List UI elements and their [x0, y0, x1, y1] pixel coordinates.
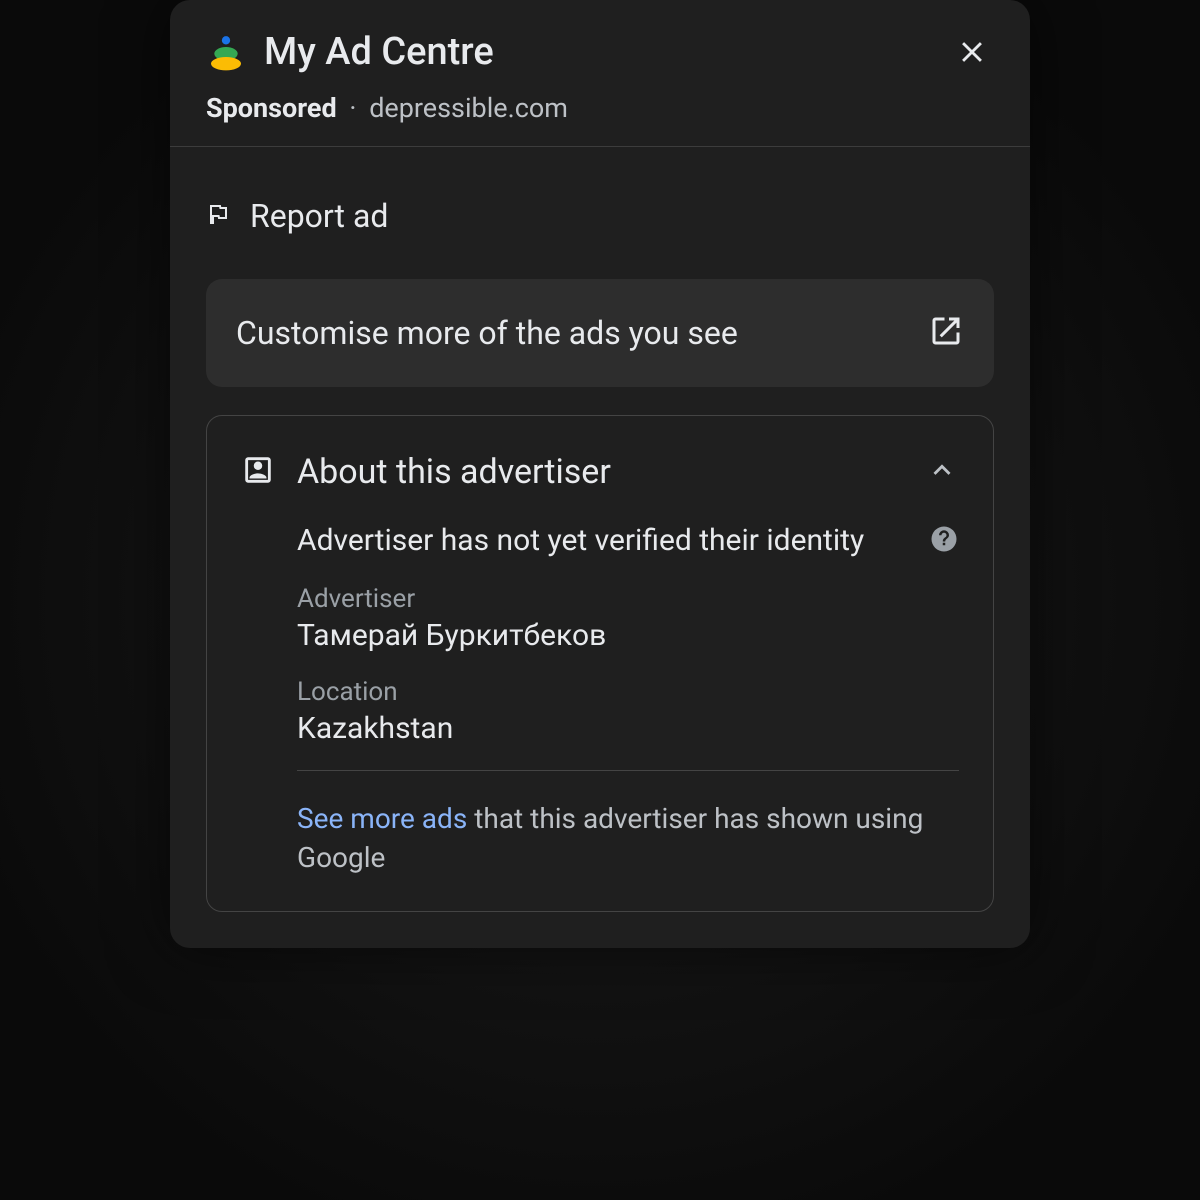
advertiser-field-label: Advertiser — [297, 584, 959, 614]
sponsored-label: Sponsored — [206, 92, 337, 124]
about-advertiser-card: About this advertiser Advertiser has not… — [206, 415, 994, 912]
see-more-ads-link[interactable]: See more ads — [297, 802, 467, 835]
ad-centre-logo-icon — [206, 32, 246, 72]
close-icon — [955, 35, 989, 69]
panel-header: My Ad Centre Sponsored · depressible.com — [170, 0, 1030, 147]
chevron-up-icon — [925, 453, 959, 491]
advertiser-domain: depressible.com — [369, 92, 568, 124]
about-advertiser-toggle[interactable]: About this advertiser — [241, 452, 959, 492]
report-ad-button[interactable]: Report ad — [206, 147, 994, 279]
close-button[interactable] — [950, 30, 994, 74]
panel-title: My Ad Centre — [264, 30, 494, 74]
ad-centre-panel: My Ad Centre Sponsored · depressible.com… — [170, 0, 1030, 948]
customise-ads-label: Customise more of the ads you see — [236, 314, 738, 352]
divider — [297, 770, 959, 771]
verification-status: Advertiser has not yet verified their id… — [297, 520, 911, 562]
sponsored-line: Sponsored · depressible.com — [206, 92, 994, 124]
flag-icon — [206, 202, 230, 230]
location-field-label: Location — [297, 677, 959, 707]
report-ad-label: Report ad — [250, 197, 388, 235]
open-external-icon — [928, 313, 964, 353]
person-box-icon — [241, 453, 275, 491]
about-advertiser-title: About this advertiser — [297, 452, 903, 492]
see-more-ads-line: See more ads that this advertiser has sh… — [297, 799, 959, 877]
customise-ads-button[interactable]: Customise more of the ads you see — [206, 279, 994, 387]
location-value: Kazakhstan — [297, 711, 959, 746]
help-icon[interactable] — [929, 524, 959, 558]
advertiser-name: Тамерай Буркитбеков — [297, 618, 959, 653]
